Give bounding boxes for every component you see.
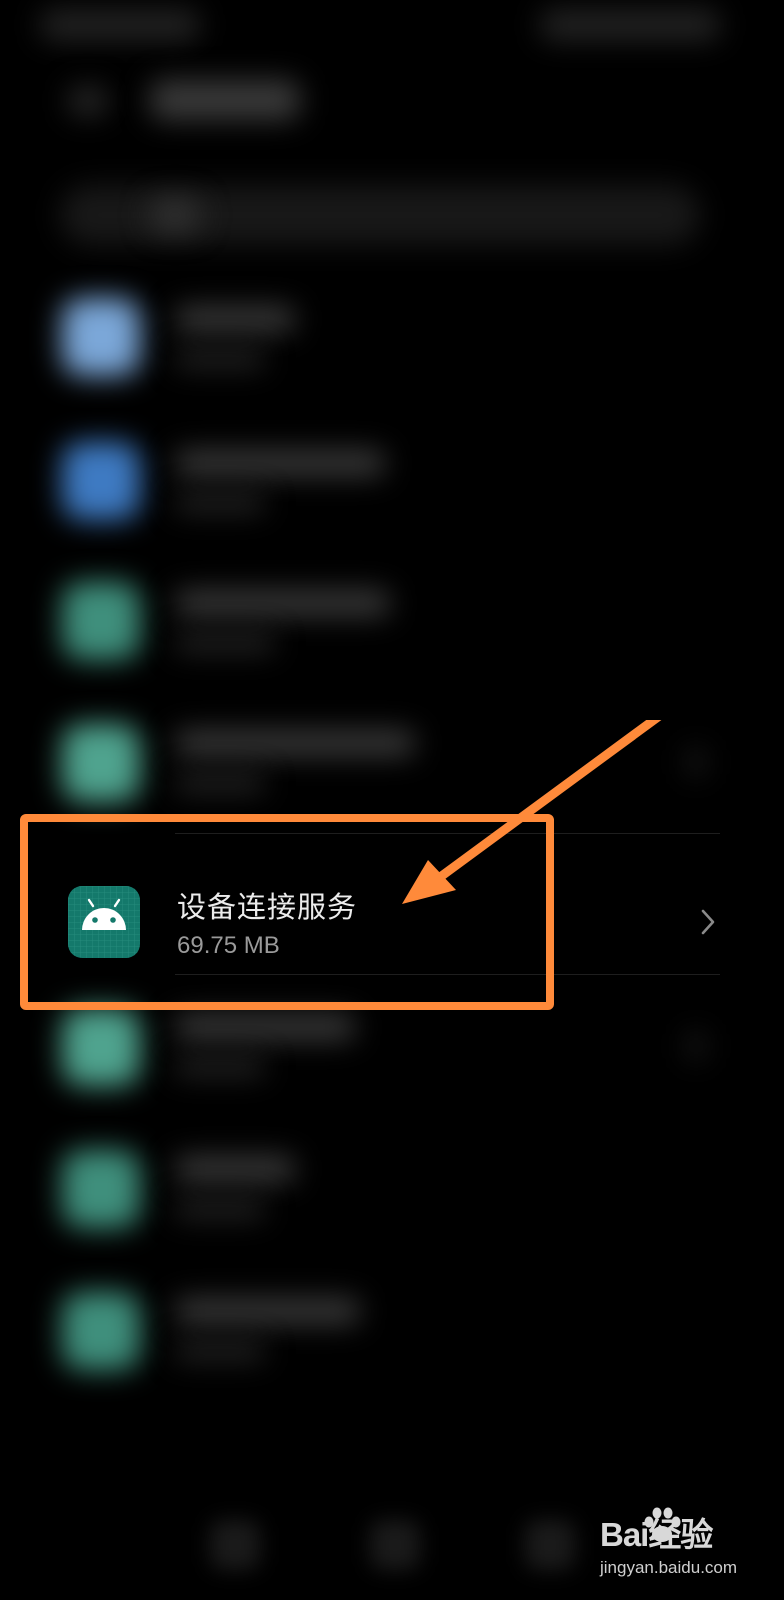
blurred-app-name xyxy=(175,1156,295,1182)
blurred-app-size xyxy=(175,1200,265,1218)
chevron-right-icon xyxy=(700,908,716,940)
blurred-app-name xyxy=(175,306,295,332)
blurred-app-icon xyxy=(62,582,140,660)
blurred-status-icons xyxy=(540,10,720,40)
blurred-chevron-icon xyxy=(688,1032,704,1060)
watermark-url: jingyan.baidu.com xyxy=(600,1558,738,1577)
blurred-app-name xyxy=(175,1298,360,1324)
paw-icon xyxy=(644,1507,681,1542)
blurred-app-size xyxy=(175,1058,265,1076)
blurred-chevron-icon xyxy=(688,748,704,776)
blurred-nav-button xyxy=(525,1520,575,1570)
baidu-jingyan-watermark: Bai经验 jingyan.baidu.com xyxy=(600,1507,770,1588)
blurred-app-icon xyxy=(62,1008,140,1086)
blurred-app-icon xyxy=(62,442,140,520)
blurred-search-icon xyxy=(150,198,200,232)
blurred-app-size xyxy=(175,494,265,512)
blurred-app-size xyxy=(175,774,265,792)
blurred-back-button xyxy=(68,86,108,116)
blurred-app-icon xyxy=(62,298,140,376)
blurred-app-name xyxy=(175,1014,355,1040)
blurred-status-bar xyxy=(40,10,200,40)
blurred-app-name xyxy=(175,450,385,476)
blurred-nav-button xyxy=(370,1520,420,1570)
blurred-nav-button xyxy=(210,1520,260,1570)
blurred-app-icon xyxy=(62,1292,140,1370)
blurred-app-size xyxy=(175,350,265,368)
annotation-arrow-icon xyxy=(400,709,670,914)
blurred-app-icon xyxy=(62,724,140,802)
blurred-app-name xyxy=(175,590,390,616)
blurred-app-size xyxy=(175,634,275,652)
blurred-page-title xyxy=(150,80,300,120)
blurred-app-icon xyxy=(62,1150,140,1228)
blurred-app-size xyxy=(175,1342,265,1360)
blurred-app-name xyxy=(175,730,415,756)
